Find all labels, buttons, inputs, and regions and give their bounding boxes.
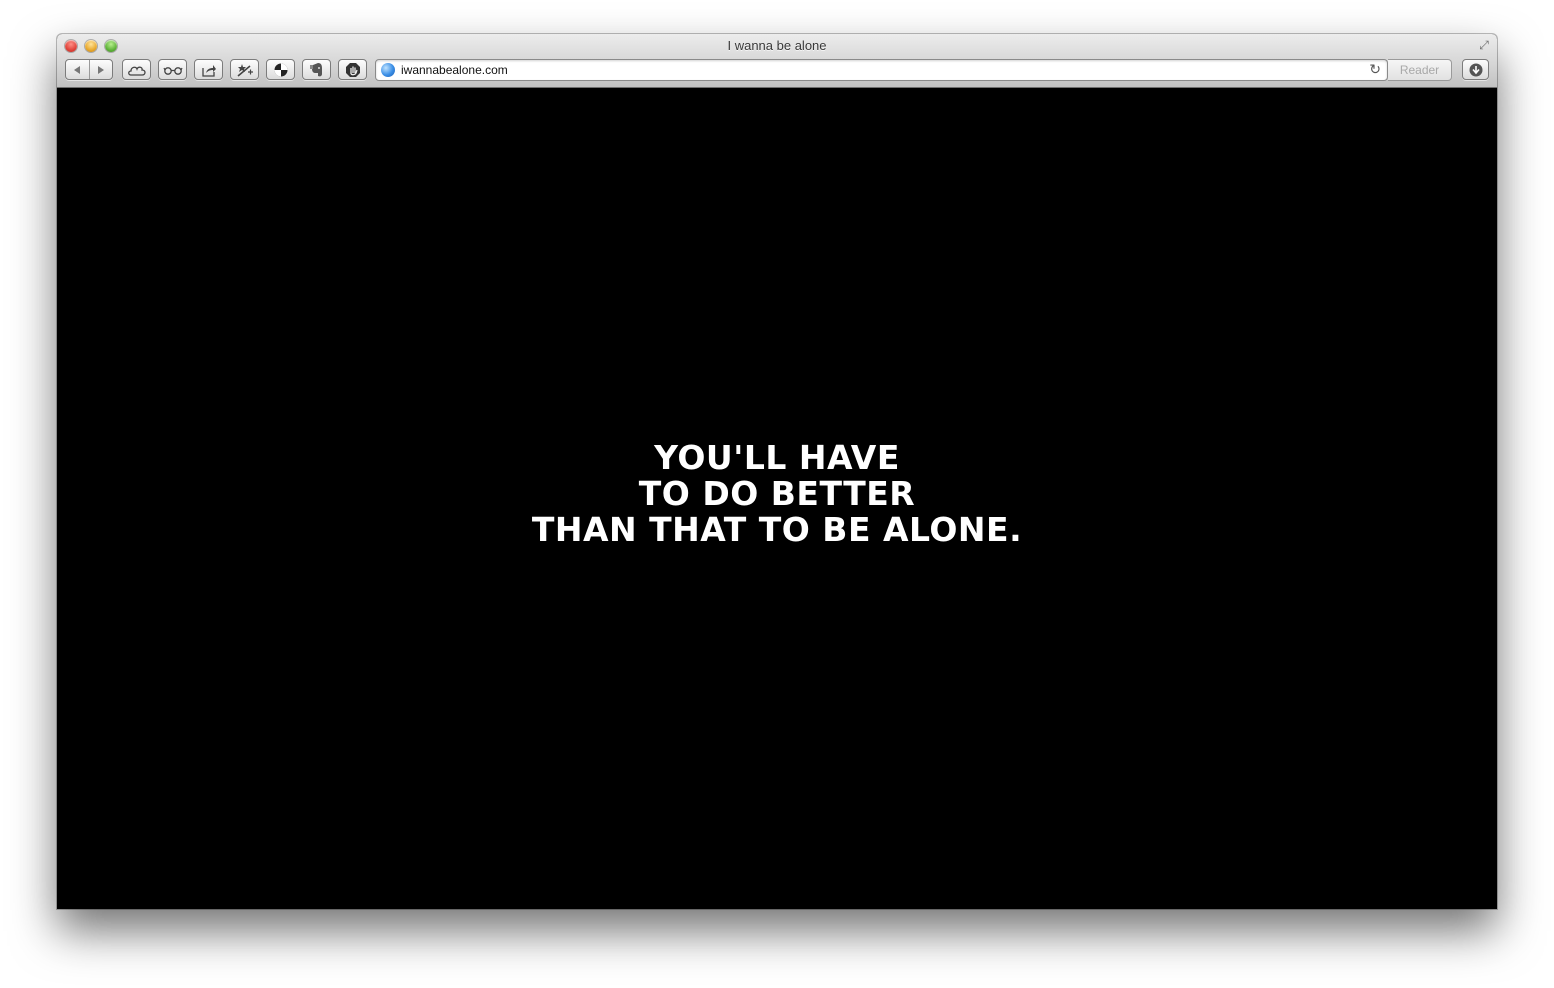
forward-button[interactable]	[88, 60, 113, 79]
page-content: YOU'LL HAVE TO DO BETTER THAN THAT TO BE…	[57, 88, 1497, 909]
forward-arrow-icon	[97, 65, 104, 74]
reading-list-glasses-icon	[162, 66, 183, 75]
reading-list-button[interactable]	[158, 59, 187, 80]
reader-button[interactable]: Reader	[1388, 59, 1452, 81]
share-button[interactable]	[194, 59, 223, 80]
adblock-hand-icon	[345, 62, 360, 77]
bookmark-button[interactable]	[230, 59, 259, 80]
url-field[interactable]: iwannabealone.com	[401, 63, 508, 77]
back-button[interactable]	[66, 60, 89, 79]
adblock-button[interactable]	[338, 59, 367, 80]
evernote-button[interactable]	[302, 59, 331, 80]
evernote-elephant-icon	[309, 62, 322, 76]
back-arrow-icon	[74, 65, 81, 74]
download-button[interactable]	[1462, 59, 1489, 80]
message-line-3: THAN THAT TO BE ALONE.	[531, 510, 1023, 549]
share-icon	[201, 64, 216, 77]
extension-button-1[interactable]	[266, 59, 295, 80]
browser-window: I wanna be alone ⤢ iwannabealone.com ↻ R…	[57, 34, 1497, 909]
address-bar[interactable]: iwannabealone.com ↻	[375, 59, 1388, 81]
reload-icon[interactable]: ↻	[1369, 61, 1381, 78]
message-line-2: TO DO BETTER	[638, 474, 916, 513]
icloud-button[interactable]	[122, 59, 151, 80]
navigation-buttons	[65, 59, 113, 80]
globe-icon	[381, 63, 395, 77]
bookmark-star-icon	[236, 63, 253, 77]
window-title: I wanna be alone	[727, 38, 827, 53]
page-message: YOU'LL HAVE TO DO BETTER THAN THAT TO BE…	[57, 440, 1497, 548]
fullscreen-icon[interactable]: ⤢	[1477, 38, 1491, 52]
extension-pie-icon	[274, 63, 287, 76]
title-bar: I wanna be alone ⤢ iwannabealone.com ↻ R…	[57, 34, 1497, 88]
message-line-1: YOU'LL HAVE	[654, 438, 900, 477]
download-icon	[1469, 63, 1482, 76]
icloud-icon	[127, 66, 146, 76]
